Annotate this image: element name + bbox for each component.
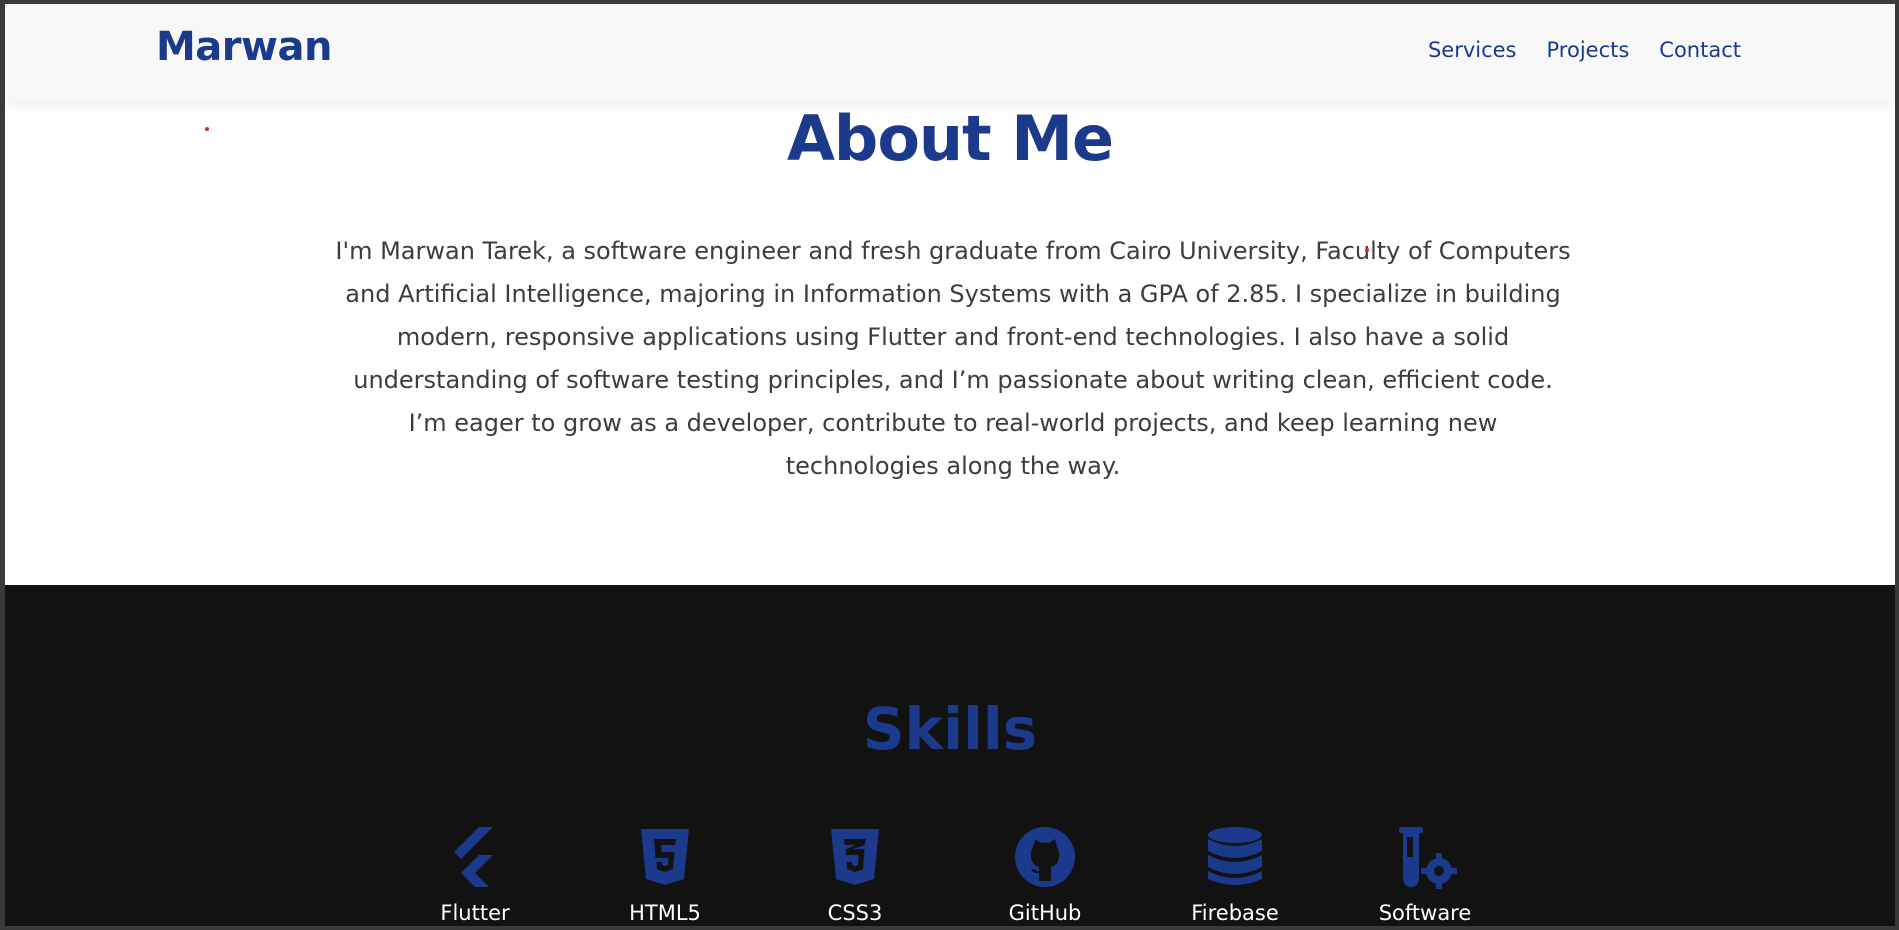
flutter-icon xyxy=(443,825,507,893)
skill-item-github: GitHub xyxy=(950,825,1140,925)
cursor-dot xyxy=(205,127,209,131)
skill-label: CSS3 xyxy=(827,901,883,925)
skill-label: GitHub xyxy=(1008,901,1082,925)
nav-link-services[interactable]: Services xyxy=(1428,38,1517,62)
flask-gear-icon xyxy=(1393,825,1457,893)
skills-section: Skills Flutter HTML5 CSS3 GitHub Firebas… xyxy=(5,585,1895,926)
github-icon xyxy=(1013,825,1077,893)
skill-item-firebase: Firebase xyxy=(1140,825,1330,925)
nav-link-contact[interactable]: Contact xyxy=(1659,38,1741,62)
skill-label: HTML5 xyxy=(629,901,701,925)
skill-item-software: Software xyxy=(1330,825,1520,925)
skill-label: Firebase xyxy=(1191,901,1279,925)
html5-icon xyxy=(633,825,697,893)
site-logo[interactable]: Marwan xyxy=(156,24,332,70)
about-section: About Me I'm Marwan Tarek, a software en… xyxy=(5,102,1895,585)
browser-viewport: Marwan Services Projects Contact About M… xyxy=(5,4,1895,926)
database-icon xyxy=(1203,825,1267,893)
skills-list: Flutter HTML5 CSS3 GitHub Firebase Softw… xyxy=(5,825,1895,925)
about-text: I'm Marwan Tarek, a software engineer an… xyxy=(335,237,1571,480)
skill-item-html5: HTML5 xyxy=(570,825,760,925)
about-title: About Me xyxy=(786,102,1114,175)
css3-icon xyxy=(823,825,887,893)
skill-item-flutter: Flutter xyxy=(380,825,570,925)
nav-links: Services Projects Contact xyxy=(1428,38,1741,62)
skill-label: Software xyxy=(1378,901,1472,925)
skill-label: Flutter xyxy=(440,901,510,925)
nav-link-projects[interactable]: Projects xyxy=(1547,38,1630,62)
skill-item-css3: CSS3 xyxy=(760,825,950,925)
skills-title: Skills xyxy=(862,695,1038,763)
cursor-dot xyxy=(1365,248,1369,252)
navbar: Marwan Services Projects Contact xyxy=(5,4,1895,102)
